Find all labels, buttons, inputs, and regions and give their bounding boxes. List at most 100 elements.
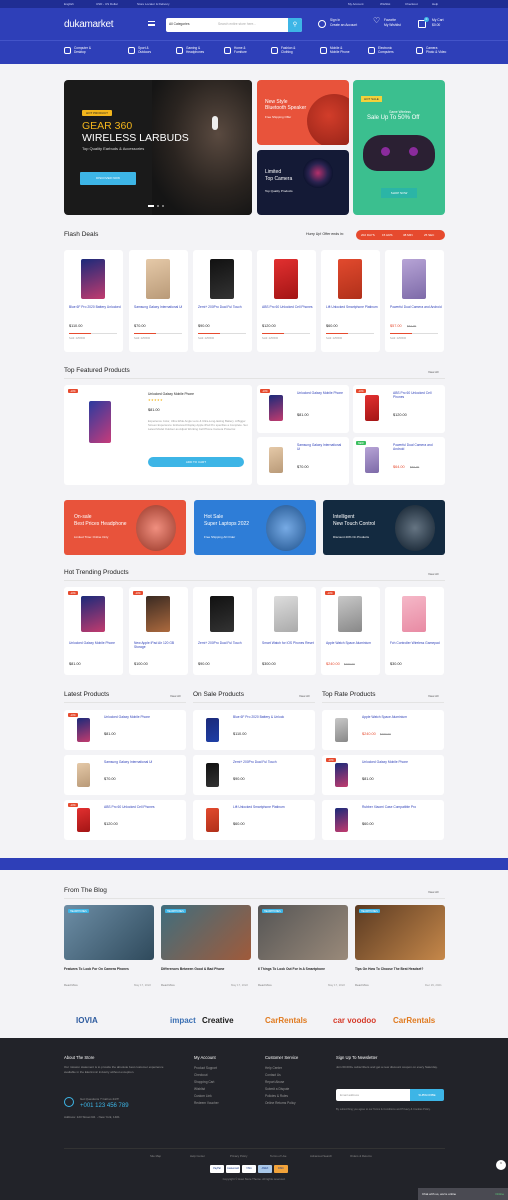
- product-image[interactable]: [206, 718, 219, 742]
- product-image[interactable]: [338, 596, 362, 632]
- product-name[interactable]: Samsung Galaxy International Ui: [134, 305, 186, 309]
- currency-select[interactable]: USD - US Dollar: [96, 2, 118, 6]
- product-image[interactable]: [210, 596, 234, 632]
- wishlist-link[interactable]: Wishlist: [380, 2, 390, 6]
- account-links[interactable]: Product Support Checkout Shopping Cart W…: [194, 1065, 219, 1107]
- checkout-link[interactable]: Checkout: [405, 2, 418, 6]
- product-image[interactable]: [365, 447, 379, 473]
- product-image[interactable]: [77, 718, 90, 742]
- category-icon[interactable]: [64, 47, 71, 54]
- product-name[interactable]: Samsung Galaxy International Ui: [297, 443, 345, 451]
- brand-logo[interactable]: IOVIA: [76, 1016, 98, 1025]
- service-links[interactable]: Help Center Contact Us Report Abuse Subm…: [265, 1065, 296, 1107]
- slider-dot-active[interactable]: [148, 205, 154, 207]
- category-icon[interactable]: [416, 47, 423, 54]
- product-image[interactable]: [402, 259, 426, 299]
- category-icon[interactable]: [320, 47, 327, 54]
- blog-image[interactable]: [258, 905, 348, 960]
- brand-logo[interactable]: Creative: [202, 1016, 234, 1025]
- product-image[interactable]: [274, 259, 298, 299]
- category-item-1[interactable]: Sport & Outdoors: [138, 46, 151, 54]
- product-name[interactable]: New Apple iPad Air 120 GB Storage: [134, 641, 186, 649]
- product-image[interactable]: [269, 395, 283, 421]
- blog-view-all[interactable]: View All: [428, 890, 438, 894]
- category-icon[interactable]: [368, 47, 375, 54]
- category-item-3[interactable]: Home & Furniture: [234, 46, 247, 54]
- product-image[interactable]: [81, 596, 105, 632]
- category-item-6[interactable]: Electronic Computers: [378, 46, 394, 54]
- category-icon[interactable]: [271, 47, 278, 54]
- category-item-4[interactable]: Fashion & Clothing: [281, 46, 295, 54]
- speaker-banner[interactable]: New Style Bluetooth Speaker Free Shippin…: [257, 80, 349, 145]
- product-image[interactable]: [77, 763, 90, 787]
- product-image[interactable]: [206, 808, 219, 832]
- footer-bottom-link[interactable]: Help Center: [190, 1154, 205, 1158]
- product-name[interactable]: Unlocked Galaxy Mobile Phone: [362, 760, 442, 764]
- category-item-2[interactable]: Gaming & Headphones: [186, 46, 204, 54]
- heart-icon[interactable]: ♡: [373, 17, 380, 24]
- list-view-all[interactable]: View All: [428, 694, 438, 698]
- slider-dot[interactable]: [157, 205, 159, 207]
- footer-bottom-link[interactable]: Orders & Returns: [350, 1154, 372, 1158]
- featured-view-all[interactable]: View All: [428, 370, 438, 374]
- gamepad-cta[interactable]: SHOP NOW: [381, 188, 417, 198]
- blog-image[interactable]: [64, 905, 154, 960]
- newsletter-email-input[interactable]: Email address: [336, 1089, 410, 1101]
- user-icon[interactable]: [318, 20, 326, 28]
- footer-bottom-link[interactable]: Site Map: [150, 1154, 161, 1158]
- product-image[interactable]: [146, 259, 170, 299]
- account-link[interactable]: Sign In Create an Account: [330, 18, 357, 27]
- product-name[interactable]: Zemi+ 200Pro Dual Ful Touch: [198, 641, 250, 645]
- subscribe-button[interactable]: SUBSCRIBE: [410, 1089, 444, 1101]
- product-name[interactable]: ABS Pro 60 Unlocked Cell Phones: [104, 805, 184, 809]
- search-input[interactable]: Search entire store here...: [218, 22, 256, 26]
- blog-post-title[interactable]: Differences Between Good & Bad Phone: [161, 967, 253, 971]
- list-view-all[interactable]: View All: [170, 694, 180, 698]
- brand-logo[interactable]: CarRentals: [265, 1016, 307, 1025]
- product-name[interactable]: Lift Unlocked Smartphone Platinum: [326, 305, 378, 309]
- logo[interactable]: dukamarket: [64, 19, 114, 30]
- product-image[interactable]: [402, 596, 426, 632]
- cart-link[interactable]: My Cart $0.00: [432, 18, 444, 27]
- featured-main-card[interactable]: -10% Unlocked Galaxy Mobile Phone ★★★★★ …: [64, 385, 252, 485]
- product-name[interactable]: Unlocked Galaxy Mobile Phone: [297, 391, 345, 395]
- support-phone[interactable]: +001 123 456 789: [80, 1103, 129, 1109]
- product-name[interactable]: ABS Pro 60 Unlocked Cell Phones: [393, 391, 441, 399]
- product-image[interactable]: [335, 718, 348, 742]
- product-image[interactable]: [89, 401, 111, 443]
- category-item-0[interactable]: Computer & Desktop: [74, 46, 91, 54]
- read-more-link[interactable]: Read More: [64, 983, 78, 987]
- category-icon[interactable]: [176, 47, 183, 54]
- product-name[interactable]: Unlocked Galaxy Mobile Phone: [69, 641, 121, 645]
- product-image[interactable]: [335, 808, 348, 832]
- category-item-7[interactable]: Camera Photo & Video: [426, 46, 446, 54]
- product-image[interactable]: [210, 259, 234, 299]
- blog-post-title[interactable]: 6 Things To Look Out For In A Smartphone: [258, 967, 350, 971]
- product-name[interactable]: Unlocked Galaxy Mobile Phone: [104, 715, 184, 719]
- store-locator-link[interactable]: Store Locator & Delivery: [137, 2, 170, 6]
- product-name[interactable]: Unlocked Galaxy Mobile Phone: [148, 392, 248, 396]
- product-name[interactable]: Apple Watch Space Aluminium: [326, 641, 378, 645]
- product-name[interactable]: ABS Pro 60 Unlocked Cell Phones: [262, 305, 314, 309]
- camera-banner[interactable]: Limited Top Camera Top Quality Products: [257, 150, 349, 215]
- search-category-select[interactable]: All Categories: [169, 22, 190, 26]
- chat-widget[interactable]: Chat with us, we're online Online: [418, 1188, 508, 1200]
- product-name[interactable]: Zemi+ 200Pro Dual Ful Touch: [198, 305, 250, 309]
- scroll-top-icon[interactable]: ⌃: [496, 1160, 506, 1170]
- menu-icon[interactable]: [148, 21, 155, 26]
- brand-logo[interactable]: CarRentals: [393, 1016, 435, 1025]
- product-name[interactable]: Powerful Dual Camera and Android: [393, 443, 441, 451]
- hero-banner[interactable]: HOT PRODUCT GEAR 360 WIRELESS LARBUDS To…: [64, 80, 252, 215]
- product-image[interactable]: [338, 259, 362, 299]
- blog-image[interactable]: [161, 905, 251, 960]
- product-name[interactable]: Apple Watch Space Aluminium: [362, 715, 442, 719]
- product-image[interactable]: [274, 596, 298, 632]
- product-name[interactable]: Lift Unlocked Smartphone Platinum: [233, 805, 313, 809]
- product-image[interactable]: [335, 763, 348, 787]
- product-name[interactable]: Blue 6F Pro 2020 Battery & Unlock: [233, 715, 313, 719]
- product-name[interactable]: Blue 6F Pro 2020 Battery Unlocked: [69, 305, 121, 309]
- help-link[interactable]: Help: [432, 2, 438, 6]
- product-image[interactable]: [81, 259, 105, 299]
- product-name[interactable]: Samsung Galaxy International Ui: [104, 760, 184, 764]
- my-account-link[interactable]: My Account: [348, 2, 364, 6]
